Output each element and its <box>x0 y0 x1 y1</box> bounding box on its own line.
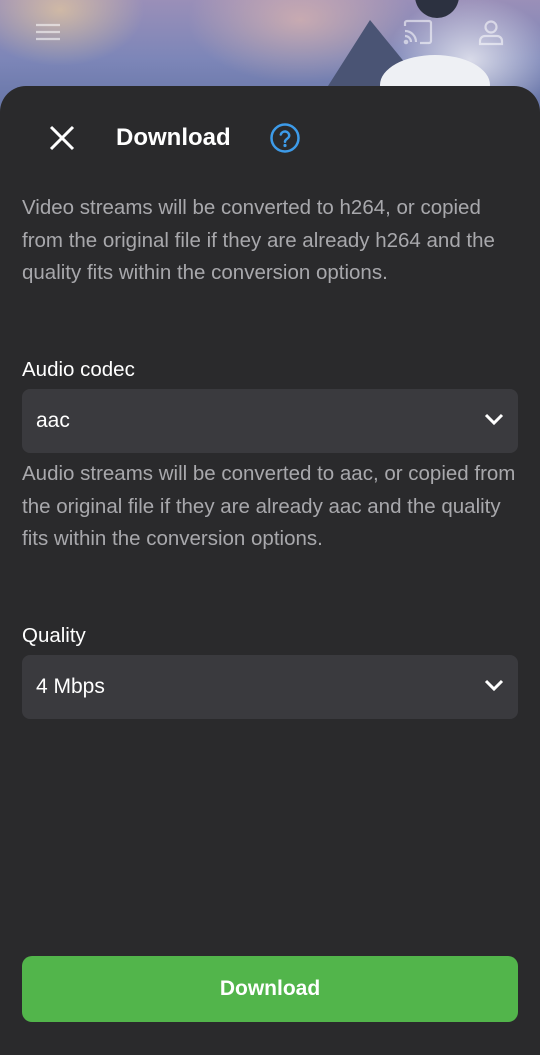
download-button[interactable]: Download <box>22 956 518 1022</box>
cast-icon[interactable] <box>402 18 434 46</box>
quality-value: 4 Mbps <box>36 675 105 698</box>
video-description: Video streams will be converted to h264,… <box>22 196 495 284</box>
close-button[interactable] <box>44 120 80 156</box>
help-button[interactable] <box>268 121 302 155</box>
audio-codec-select[interactable]: aac <box>22 389 518 453</box>
user-icon[interactable] <box>475 18 507 46</box>
audio-description: Audio streams will be converted to aac, … <box>22 462 516 550</box>
hamburger-menu-icon[interactable] <box>32 18 64 46</box>
chevron-down-icon <box>484 412 504 430</box>
dialog-title: Download <box>116 124 231 151</box>
quality-select[interactable]: 4 Mbps <box>22 655 518 719</box>
audio-codec-label: Audio codec <box>22 358 135 381</box>
artwork-character <box>415 0 459 18</box>
download-dialog: Download Video streams will be converted… <box>0 86 540 1055</box>
chevron-down-icon <box>484 678 504 696</box>
audio-codec-value: aac <box>36 409 70 432</box>
close-icon <box>49 125 75 151</box>
help-icon <box>270 123 300 153</box>
quality-label: Quality <box>22 624 86 647</box>
